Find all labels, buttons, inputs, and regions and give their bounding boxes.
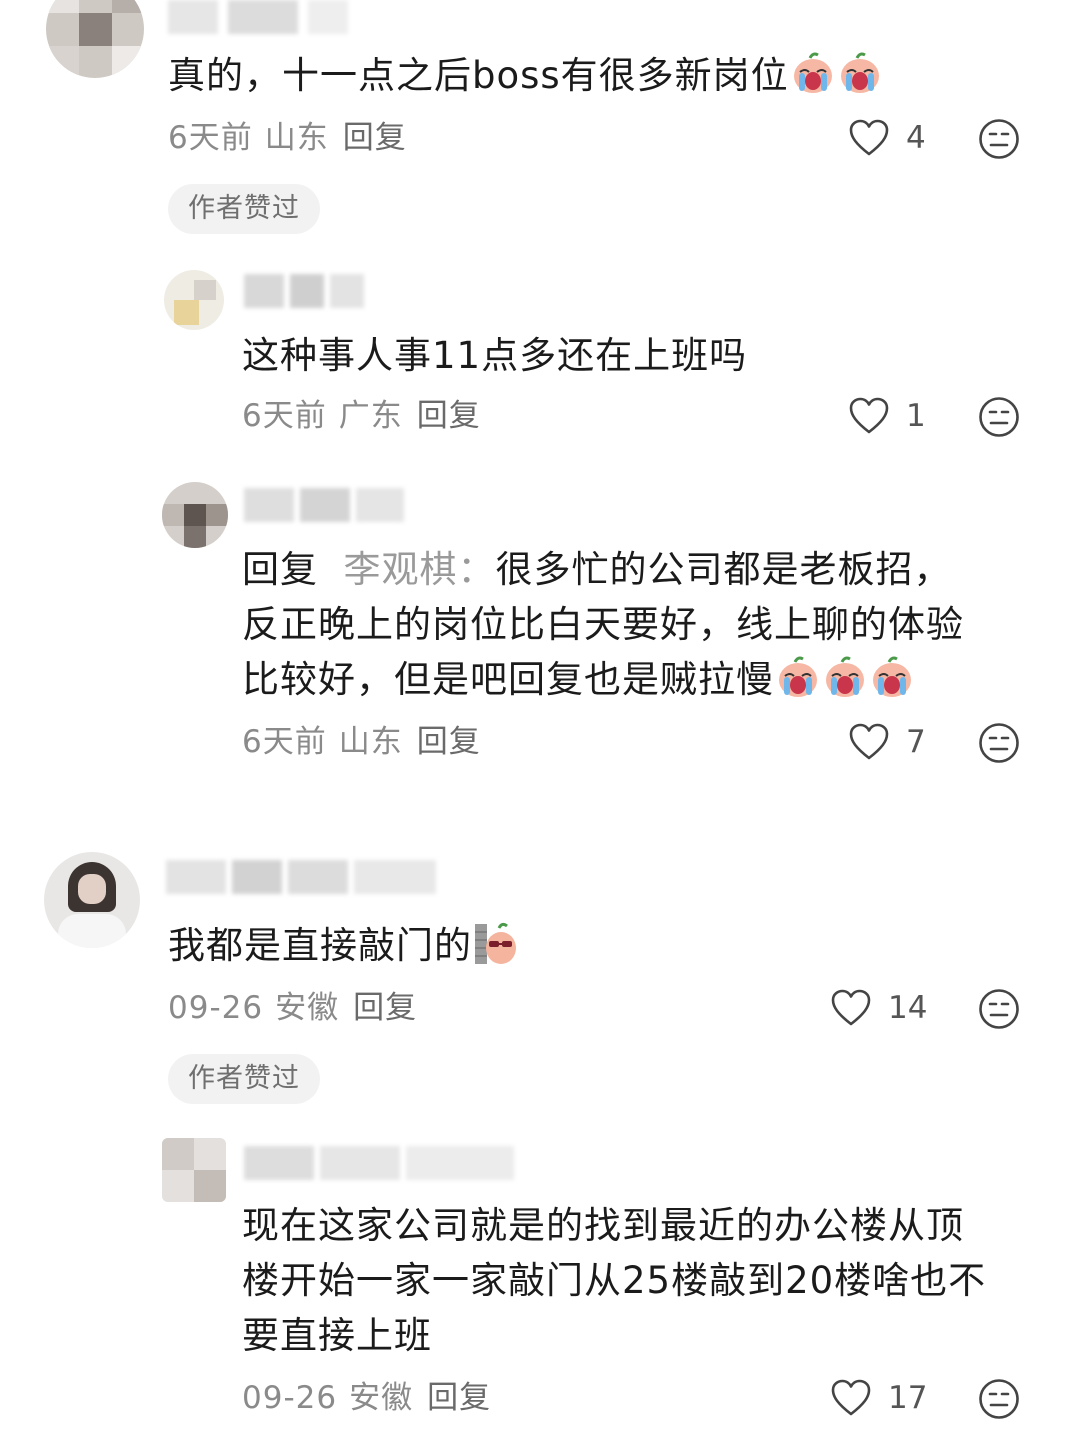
like-button[interactable]: 4 (848, 116, 926, 160)
reply-location: 广东 (338, 398, 403, 434)
reply-time: 6天前 (242, 398, 327, 434)
reply-button[interactable]: 回复 (417, 724, 481, 760)
comment-2: 我都是直接敲门的 09-26 安徽 回复 14 作者赞过 (0, 850, 1080, 1110)
neutral-face-icon[interactable] (978, 988, 1020, 1030)
crying-peach-emoji (790, 50, 836, 96)
author-liked-badge: 作者赞过 (168, 184, 320, 234)
comment-location: 山东 (264, 120, 329, 156)
avatar[interactable] (164, 270, 224, 330)
neutral-face-icon[interactable] (978, 118, 1020, 160)
like-count: 14 (888, 990, 928, 1026)
crying-peach-emoji (869, 654, 915, 700)
reply-meta: 09-26 安徽 回复 (242, 1378, 491, 1418)
heart-outline-icon (849, 119, 889, 156)
comment-time: 09-26 (168, 990, 264, 1026)
comment-1: 真的，十一点之后boss有很多新岗位 6天前 山东 回复 4 作者赞过 (0, 0, 1080, 240)
reply-button[interactable]: 回复 (353, 990, 417, 1026)
like-count: 7 (906, 724, 926, 760)
neutral-face-icon[interactable] (978, 722, 1020, 764)
heart-outline-icon (849, 723, 889, 760)
reply-1-2: 回复 李观棋：很多忙的公司都是老板招， 反正晚上的岗位比白天要好，线上聊的体验 … (0, 480, 1080, 780)
like-count: 1 (906, 398, 926, 434)
crying-peach-emoji (822, 654, 868, 700)
like-button[interactable]: 17 (830, 1376, 927, 1420)
reply-text: 现在这家公司就是的找到最近的办公楼从顶 楼开始一家一家敲门从25楼敲到20楼啥也… (242, 1204, 987, 1357)
heart-outline-icon (831, 1379, 871, 1416)
like-button[interactable]: 1 (848, 394, 926, 438)
username-blurred[interactable] (244, 488, 404, 522)
reply-time: 6天前 (242, 724, 327, 760)
neutral-face-icon[interactable] (978, 396, 1020, 438)
avatar[interactable] (162, 1138, 226, 1202)
username-blurred[interactable] (166, 860, 436, 894)
reply-meta: 6天前 广东 回复 (242, 396, 481, 436)
comment-time: 6天前 (168, 120, 253, 156)
crying-peach-emoji (837, 50, 883, 96)
like-button[interactable]: 14 (830, 986, 927, 1030)
comment-text: 真的，十一点之后boss有很多新岗位 (168, 48, 883, 103)
reply-text: 这种事人事11点多还在上班吗 (242, 334, 748, 377)
reply-meta: 6天前 山东 回复 (242, 722, 481, 762)
comment-location: 安徽 (275, 990, 340, 1026)
reply-button[interactable]: 回复 (427, 1380, 491, 1416)
heart-outline-icon (831, 989, 871, 1026)
comment-meta: 09-26 安徽 回复 (168, 988, 417, 1028)
reply-prefix: 回复 (242, 548, 318, 591)
avatar[interactable] (46, 0, 144, 78)
heart-outline-icon (849, 397, 889, 434)
reply-button[interactable]: 回复 (417, 398, 481, 434)
like-count: 4 (906, 120, 926, 156)
neutral-face-icon[interactable] (978, 1378, 1020, 1420)
reply-text: 回复 李观棋：很多忙的公司都是老板招， 反正晚上的岗位比白天要好，线上聊的体验 … (242, 548, 964, 701)
username-blurred[interactable] (168, 0, 348, 34)
reply-location: 山东 (338, 724, 403, 760)
reply-target-username[interactable]: 李观棋： (344, 548, 496, 591)
avatar[interactable] (44, 852, 140, 948)
avatar[interactable] (162, 482, 228, 548)
peeking-wall-emoji (473, 920, 519, 966)
reply-1-1: 这种事人事11点多还在上班吗 6天前 广东 回复 1 (0, 260, 1080, 440)
author-liked-badge: 作者赞过 (168, 1054, 320, 1104)
reply-location: 安徽 (349, 1380, 414, 1416)
reply-2-1: 现在这家公司就是的找到最近的办公楼从顶 楼开始一家一家敲门从25楼敲到20楼啥也… (0, 1130, 1080, 1430)
like-count: 17 (888, 1380, 928, 1416)
comment-text: 我都是直接敲门的 (168, 918, 519, 973)
reply-button[interactable]: 回复 (343, 120, 407, 156)
reply-time: 09-26 (242, 1380, 338, 1416)
username-blurred[interactable] (244, 274, 364, 308)
comment-meta: 6天前 山东 回复 (168, 118, 407, 158)
crying-peach-emoji (775, 654, 821, 700)
like-button[interactable]: 7 (848, 720, 926, 764)
username-blurred[interactable] (244, 1146, 514, 1180)
